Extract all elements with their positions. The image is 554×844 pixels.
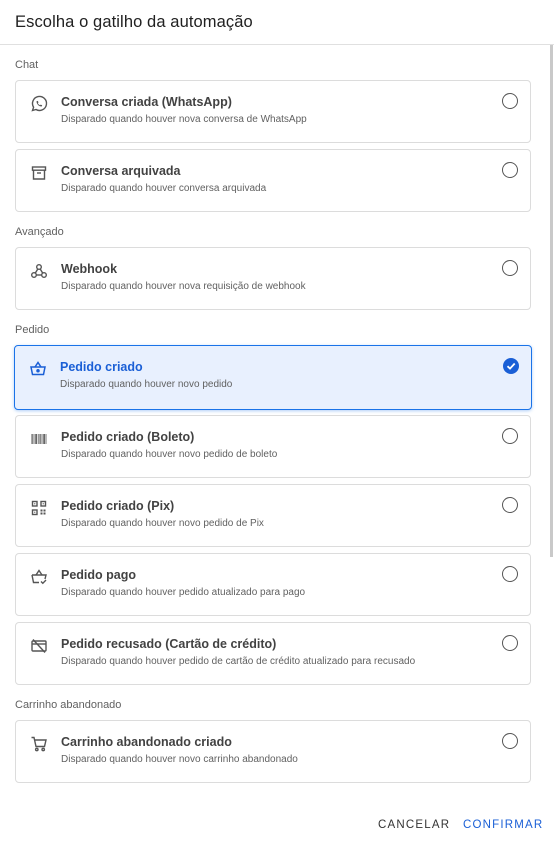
radio-button[interactable] xyxy=(502,733,518,749)
check-icon xyxy=(506,362,516,370)
trigger-card-conversa-criada[interactable]: Conversa criada (WhatsApp) Disparado qua… xyxy=(15,80,531,143)
qr-code-icon xyxy=(30,499,48,517)
trigger-list: Chat Conversa criada (WhatsApp) Disparad… xyxy=(0,59,554,783)
section-label-avancado: Avançado xyxy=(15,226,64,238)
trigger-description: Disparado quando houver novo carrinho ab… xyxy=(61,754,298,765)
dialog-footer: CANCELAR CONFIRMAR xyxy=(0,804,554,844)
trigger-card-pedido-criado[interactable]: Pedido criado Disparado quando houver no… xyxy=(14,345,532,410)
trigger-card-pedido-recusado[interactable]: Pedido recusado (Cartão de crédito) Disp… xyxy=(15,622,531,685)
trigger-description: Disparado quando houver conversa arquiva… xyxy=(61,183,267,194)
trigger-name: Pedido criado (Pix) xyxy=(61,499,175,513)
trigger-name: Carrinho abandonado criado xyxy=(61,735,232,749)
section-label-carrinho: Carrinho abandonado xyxy=(15,699,122,711)
radio-button[interactable] xyxy=(502,93,518,109)
trigger-name: Pedido criado xyxy=(60,360,143,374)
trigger-description: Disparado quando houver novo pedido xyxy=(60,379,233,390)
basket-icon xyxy=(29,360,47,378)
trigger-card-pedido-pago[interactable]: Pedido pago Disparado quando houver pedi… xyxy=(15,553,531,616)
radio-checked[interactable] xyxy=(503,358,519,374)
radio-button[interactable] xyxy=(502,566,518,582)
trigger-card-pedido-pix[interactable]: Pedido criado (Pix) Disparado quando hou… xyxy=(15,484,531,547)
trigger-description: Disparado quando houver pedido atualizad… xyxy=(61,587,306,598)
trigger-description: Disparado quando houver novo pedido de b… xyxy=(61,449,278,460)
trigger-name: Conversa criada (WhatsApp) xyxy=(61,95,232,109)
radio-button[interactable] xyxy=(502,260,518,276)
confirm-button[interactable]: CONFIRMAR xyxy=(463,819,543,831)
scrollbar[interactable] xyxy=(550,45,554,804)
cancel-button[interactable]: CANCELAR xyxy=(378,819,450,831)
dialog-title: Escolha o gatilho da automação xyxy=(15,13,253,31)
whatsapp-icon xyxy=(30,95,48,113)
trigger-card-conversa-arquivada[interactable]: Conversa arquivada Disparado quando houv… xyxy=(15,149,531,212)
trigger-dialog: Escolha o gatilho da automação Chat Conv… xyxy=(0,0,554,844)
radio-button[interactable] xyxy=(502,497,518,513)
card-off-icon xyxy=(30,637,48,655)
trigger-name: Pedido recusado (Cartão de crédito) xyxy=(61,637,277,651)
trigger-name: Pedido criado (Boleto) xyxy=(61,430,195,444)
trigger-name: Pedido pago xyxy=(61,568,136,582)
radio-button[interactable] xyxy=(502,428,518,444)
trigger-description: Disparado quando houver nova requisição … xyxy=(61,281,306,292)
dialog-content[interactable]: Chat Conversa criada (WhatsApp) Disparad… xyxy=(0,45,554,804)
trigger-description: Disparado quando houver pedido de cartão… xyxy=(61,656,416,667)
trigger-description: Disparado quando houver novo pedido de P… xyxy=(61,518,264,529)
trigger-name: Conversa arquivada xyxy=(61,164,181,178)
scrollbar-thumb[interactable] xyxy=(550,45,553,557)
cart-icon xyxy=(30,735,48,753)
trigger-name: Webhook xyxy=(61,262,118,276)
basket-check-icon xyxy=(30,568,48,586)
trigger-description: Disparado quando houver nova conversa de… xyxy=(61,114,307,125)
webhook-icon xyxy=(30,262,48,280)
section-label-pedido: Pedido xyxy=(15,324,50,336)
trigger-card-webhook[interactable]: Webhook Disparado quando houver nova req… xyxy=(15,247,531,310)
trigger-card-carrinho-abandonado[interactable]: Carrinho abandonado criado Disparado qua… xyxy=(15,720,531,783)
dialog-header: Escolha o gatilho da automação xyxy=(0,0,554,45)
barcode-icon xyxy=(30,430,48,448)
radio-button[interactable] xyxy=(502,162,518,178)
archive-icon xyxy=(30,164,48,182)
trigger-card-pedido-boleto[interactable]: Pedido criado (Boleto) Disparado quando … xyxy=(15,415,531,478)
radio-button[interactable] xyxy=(502,635,518,651)
section-label-chat: Chat xyxy=(15,59,39,71)
